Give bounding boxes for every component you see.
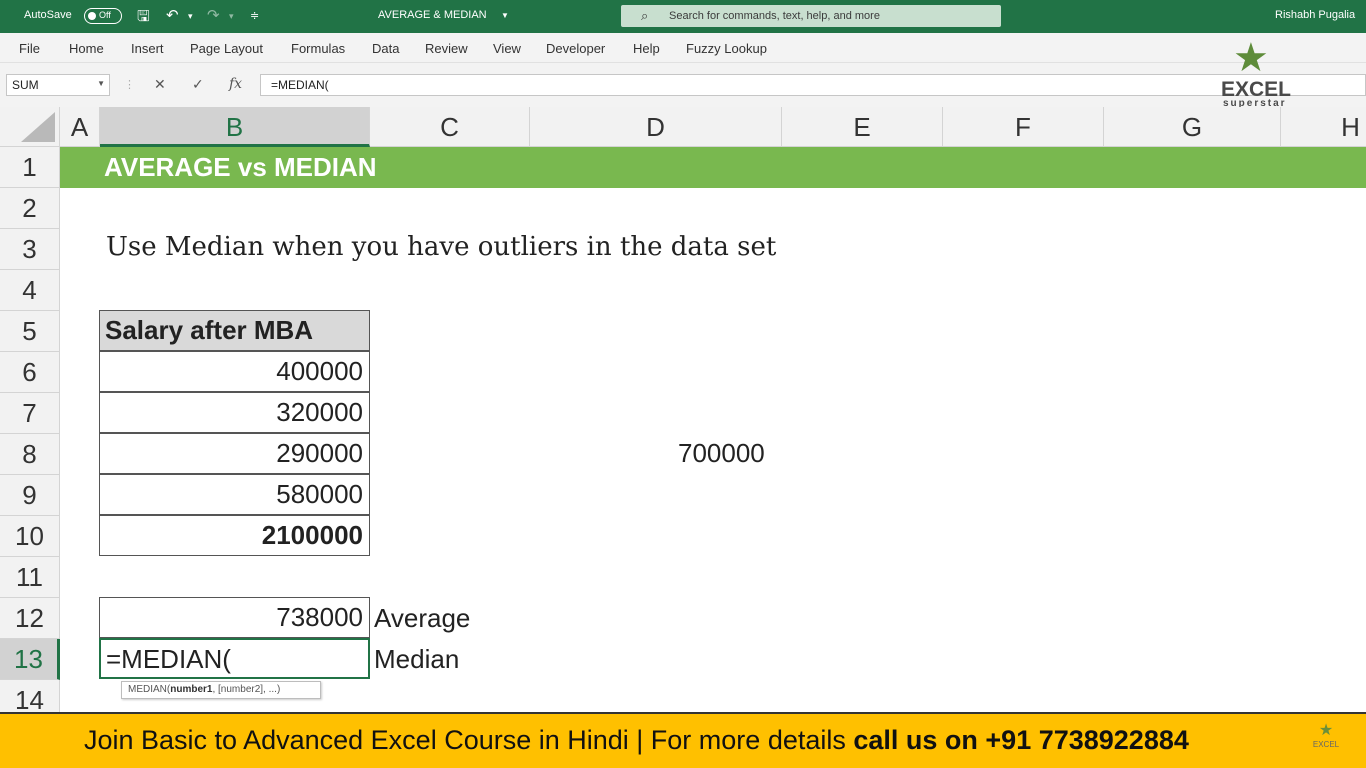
row-header-10[interactable]: 10	[0, 516, 60, 557]
tab-data[interactable]: Data	[372, 41, 399, 56]
tab-formulas[interactable]: Formulas	[291, 41, 345, 56]
formula-input[interactable]: =MEDIAN(	[260, 74, 1366, 96]
promo-phone: call us on +91 7738922884	[853, 725, 1189, 755]
column-header-h[interactable]: H	[1281, 107, 1366, 147]
tab-page-layout[interactable]: Page Layout	[190, 41, 263, 56]
undo-dropdown-icon[interactable]: ▾	[188, 11, 193, 22]
document-title[interactable]: AVERAGE & MEDIAN	[378, 9, 487, 21]
active-edit-cell[interactable]: =MEDIAN(	[99, 638, 370, 679]
name-box[interactable]: SUM ▼	[6, 74, 110, 96]
search-box[interactable]: ⌕ Search for commands, text, help, and m…	[621, 5, 1001, 27]
mini-logo: ★ EXCEL	[1306, 720, 1346, 760]
note-cell[interactable]: Use Median when you have outliers in the…	[106, 232, 776, 262]
undo-icon[interactable]: ↶	[166, 6, 179, 24]
cancel-icon[interactable]: ✕	[154, 76, 166, 93]
search-icon: ⌕	[641, 8, 649, 23]
function-tooltip[interactable]: MEDIAN(number1, [number2], ...)	[121, 681, 321, 699]
search-placeholder: Search for commands, text, help, and mor…	[669, 10, 880, 22]
tab-help[interactable]: Help	[633, 41, 660, 56]
tab-insert[interactable]: Insert	[131, 41, 164, 56]
column-header-b[interactable]: B	[100, 107, 370, 147]
table-row[interactable]: 2100000	[99, 515, 370, 556]
title-dropdown-icon[interactable]: ▼	[501, 11, 509, 20]
formula-bar: SUM ▼ ⋮ ✕ ✓ fx =MEDIAN(	[0, 63, 1366, 107]
table-row[interactable]: 290000	[99, 433, 370, 474]
column-header-d[interactable]: D	[530, 107, 782, 147]
select-all-triangle-icon	[21, 112, 55, 142]
formula-bar-grip-icon: ⋮	[124, 79, 135, 91]
row-header-8[interactable]: 8	[0, 434, 60, 475]
star-icon: ★	[1233, 36, 1269, 80]
customize-toolbar-icon[interactable]: ≑	[250, 9, 259, 22]
column-header-e[interactable]: E	[782, 107, 943, 147]
toggle-knob	[88, 12, 96, 20]
table-header-cell[interactable]: Salary after MBA	[99, 310, 370, 351]
promo-text: Join Basic to Advanced Excel Course in H…	[84, 725, 1189, 756]
sheet-title: AVERAGE vs MEDIAN	[104, 152, 377, 182]
tab-review[interactable]: Review	[425, 41, 468, 56]
select-all-button[interactable]	[0, 107, 60, 147]
insert-function-icon[interactable]: fx	[229, 76, 242, 92]
median-label[interactable]: Median	[374, 644, 459, 675]
title-bar: AutoSave Off 🖫 ↶ ▾ ↷ ▾ ≑ AVERAGE & MEDIA…	[0, 0, 1366, 33]
spreadsheet-grid: A B C D E F G H 1 2 3 4 5 6 7 8 9 10 11 …	[0, 107, 1366, 712]
tab-fuzzy-lookup[interactable]: Fuzzy Lookup	[686, 41, 767, 56]
redo-dropdown-icon[interactable]: ▾	[229, 11, 234, 22]
mini-star-icon: ★	[1318, 722, 1334, 739]
ribbon-tabs: File Home Insert Page Layout Formulas Da…	[0, 33, 1366, 63]
row-header-12[interactable]: 12	[0, 598, 60, 639]
average-result-cell[interactable]: 738000	[99, 597, 370, 638]
row-header-6[interactable]: 6	[0, 352, 60, 393]
row-header-13[interactable]: 13	[0, 639, 60, 680]
row-header-11[interactable]: 11	[0, 557, 60, 598]
row-header-4[interactable]: 4	[0, 270, 60, 311]
autosave-state: Off	[99, 10, 111, 20]
autosave-toggle[interactable]: Off	[84, 8, 122, 24]
table-row[interactable]: 580000	[99, 474, 370, 515]
row-header-3[interactable]: 3	[0, 229, 60, 270]
average-label[interactable]: Average	[374, 603, 470, 634]
tooltip-current-arg: number1	[170, 684, 213, 695]
enter-icon[interactable]: ✓	[192, 76, 204, 93]
excel-superstar-logo: ★ EXCEL superstar	[1212, 38, 1306, 110]
column-header-g[interactable]: G	[1104, 107, 1281, 147]
promo-banner: Join Basic to Advanced Excel Course in H…	[0, 712, 1366, 768]
promo-text-normal: Join Basic to Advanced Excel Course in H…	[84, 725, 854, 755]
redo-icon[interactable]: ↷	[207, 6, 220, 24]
tab-developer[interactable]: Developer	[546, 41, 605, 56]
table-row[interactable]: 320000	[99, 392, 370, 433]
name-box-value: SUM	[12, 78, 39, 92]
tooltip-function: MEDIAN(	[128, 684, 171, 695]
tab-home[interactable]: Home	[69, 41, 104, 56]
row-header-1[interactable]: 1	[0, 147, 60, 188]
table-row[interactable]: 400000	[99, 351, 370, 392]
row-header-2[interactable]: 2	[0, 188, 60, 229]
cell-d8[interactable]: 700000	[678, 438, 765, 469]
column-header-a[interactable]: A	[60, 107, 100, 147]
name-box-dropdown-icon[interactable]: ▼	[97, 79, 105, 88]
tab-view[interactable]: View	[493, 41, 521, 56]
row-header-7[interactable]: 7	[0, 393, 60, 434]
tab-file[interactable]: File	[19, 41, 40, 56]
row-header-14[interactable]: 14	[0, 680, 60, 712]
mini-logo-text: EXCEL	[1312, 740, 1340, 749]
title-banner-cell[interactable]: AVERAGE vs MEDIAN	[60, 147, 1366, 188]
tooltip-rest-args: , [number2], ...)	[212, 684, 281, 695]
row-header-9[interactable]: 9	[0, 475, 60, 516]
save-icon[interactable]: 🖫	[137, 6, 150, 31]
user-name[interactable]: Rishabh Pugalia	[1275, 9, 1355, 21]
autosave-label: AutoSave	[24, 9, 72, 21]
column-header-c[interactable]: C	[370, 107, 530, 147]
formula-text: =MEDIAN(	[271, 78, 329, 92]
row-header-5[interactable]: 5	[0, 311, 60, 352]
column-header-f[interactable]: F	[943, 107, 1104, 147]
